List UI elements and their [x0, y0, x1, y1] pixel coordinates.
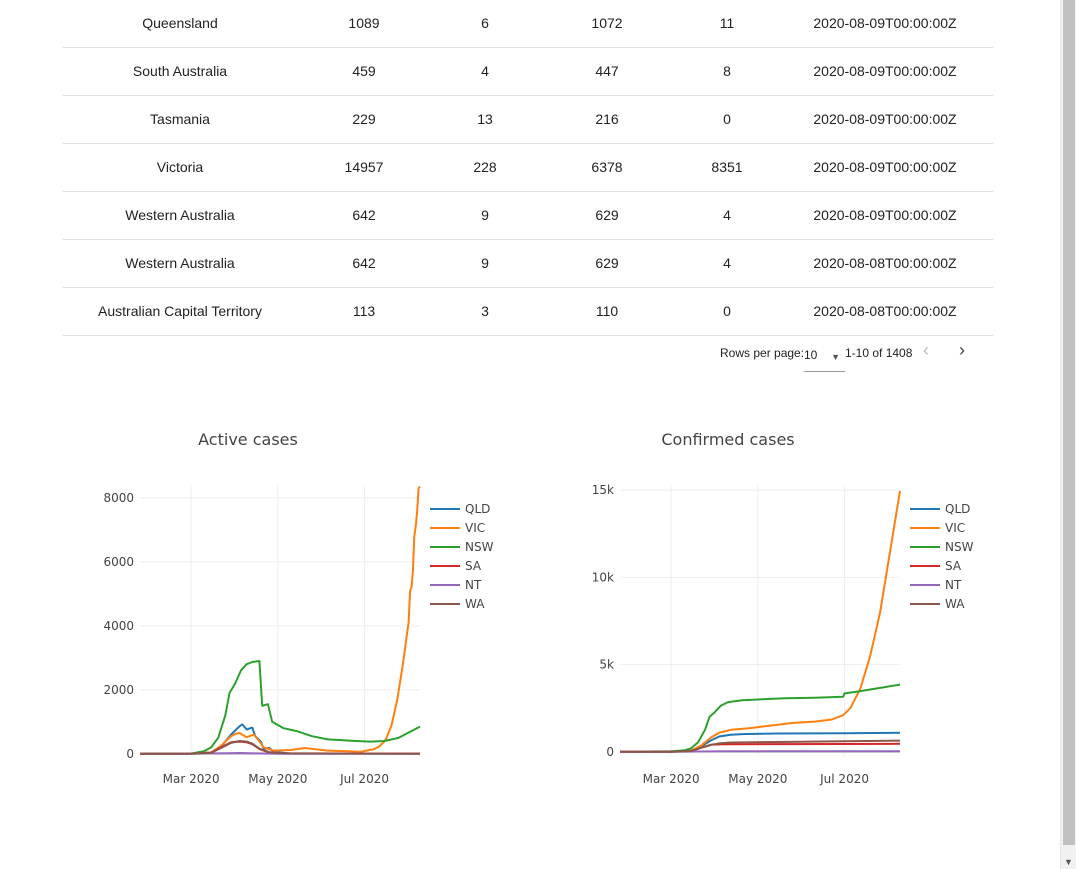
table-row: Victoria 14957 228 6378 8351 2020-08-09T00:00…: [63, 144, 993, 192]
table-cell: Western Australia: [125, 255, 235, 271]
table-cell: 2020-08-09T00:00:00Z: [813, 63, 957, 79]
legend-label[interactable]: QLD: [465, 502, 490, 516]
y-tick-label: 5k: [599, 658, 614, 672]
table-cell: 2020-08-09T00:00:00Z: [813, 159, 957, 175]
data-table: Queensland 1089 6 1072 11 2020-08-09T00:00:00…: [63, 0, 993, 372]
table-cell: 9: [481, 255, 489, 271]
table-cell: 13: [477, 111, 493, 127]
legend-label[interactable]: NT: [945, 578, 962, 592]
table-cell: 229: [352, 111, 376, 127]
y-tick-label: 15k: [592, 483, 614, 497]
table-cell: 4: [723, 255, 731, 271]
y-tick-label: 8000: [103, 491, 134, 505]
table-cell: 2020-08-09T00:00:00Z: [813, 15, 957, 31]
series-line-vic: [619, 490, 901, 753]
legend-label[interactable]: SA: [945, 559, 962, 573]
table-cell: Victoria: [156, 159, 204, 175]
table-row: South Australia 459 4 447 8 2020-08-09T00:00:…: [63, 48, 993, 96]
rows-per-page-label: Rows per page:: [720, 346, 805, 360]
table-cell: 9: [481, 207, 489, 223]
x-tick-label: Mar 2020: [643, 772, 700, 786]
y-tick-label: 0: [126, 747, 134, 761]
table-row: Australian Capital Territory 113 3 110 0 2020…: [63, 288, 993, 336]
table-cell: 6378: [591, 159, 623, 175]
table-cell: 11: [719, 15, 735, 31]
x-tick-label: Jul 2020: [819, 772, 869, 786]
x-tick-label: May 2020: [248, 772, 307, 786]
table-cell: 4: [723, 207, 731, 223]
y-tick-label: 0: [606, 745, 614, 759]
table-body: Queensland 1089 6 1072 11 2020-08-09T00:00:00…: [63, 0, 993, 336]
table-cell: 0: [723, 111, 731, 127]
rows-per-page-select[interactable]: 10 ▼: [804, 345, 845, 372]
vertical-scrollbar[interactable]: ▼: [1060, 0, 1076, 869]
active-cases-chart: Active cases 0 2000 4000 6000 8000 Mar 2020 May…: [48, 415, 528, 815]
pagination: Rows per page: 10 ▼ 1-10 of 1408 ‹ ›: [63, 337, 993, 377]
table-row: Western Australia 642 9 629 4 2020-08-09T00:0…: [63, 192, 993, 240]
table-cell: 6: [481, 15, 489, 31]
table-cell: 8351: [711, 159, 743, 175]
active-cases-chart-svg: Active cases 0 2000 4000 6000 8000 Mar 2020 May…: [103, 430, 494, 786]
table-cell: Queensland: [142, 15, 218, 31]
series-line-nsw: [139, 660, 421, 755]
table-row: Queensland 1089 6 1072 11 2020-08-09T00:00:00…: [63, 0, 993, 48]
table-cell: 629: [595, 255, 619, 271]
legend-label[interactable]: VIC: [465, 521, 485, 535]
legend-label[interactable]: NSW: [945, 540, 974, 554]
legend-label[interactable]: NSW: [465, 540, 494, 554]
chart-title: Active cases: [198, 430, 298, 449]
table-row: Western Australia 642 9 629 4 2020-08-08T00:0…: [63, 240, 993, 288]
table-cell: 8: [723, 63, 731, 79]
table-cell: 642: [352, 207, 376, 223]
chevron-right-icon[interactable]: ›: [959, 340, 965, 361]
table-cell: 459: [352, 63, 376, 79]
table-cell: South Australia: [132, 63, 228, 79]
table-cell: 14957: [344, 159, 384, 175]
y-tick-label: 4000: [103, 619, 134, 633]
table-cell: 2020-08-08T00:00:00Z: [813, 303, 957, 319]
confirmed-cases-chart: Confirmed cases 0 5k 10k 15k Mar 2020 May 2020…: [528, 415, 1008, 815]
table-cell: 2020-08-08T00:00:00Z: [813, 255, 957, 271]
legend-label[interactable]: QLD: [945, 502, 970, 516]
table-cell: 110: [595, 303, 619, 319]
table-cell: 642: [352, 255, 376, 271]
scrollbar-thumb[interactable]: [1063, 0, 1075, 845]
table-cell: Tasmania: [150, 111, 210, 127]
table-cell: 216: [595, 111, 619, 127]
pagination-range: 1-10 of 1408: [845, 346, 913, 360]
confirmed-cases-chart-svg: Confirmed cases 0 5k 10k 15k Mar 2020 May 2020…: [592, 430, 974, 786]
legend-label[interactable]: NT: [465, 578, 482, 592]
table-cell: 2020-08-09T00:00:00Z: [813, 111, 957, 127]
x-tick-label: Mar 2020: [163, 772, 220, 786]
y-tick-label: 10k: [592, 570, 614, 584]
table-cell: 447: [595, 63, 619, 79]
x-tick-label: May 2020: [728, 772, 787, 786]
table-cell: 0: [723, 303, 731, 319]
table-cell: Australian Capital Territory: [98, 303, 262, 319]
y-tick-label: 2000: [103, 683, 134, 697]
table-cell: Western Australia: [125, 207, 235, 223]
table-cell: 113: [352, 303, 376, 319]
x-tick-label: Jul 2020: [339, 772, 389, 786]
table-cell: 1072: [591, 15, 623, 31]
chevron-left-icon[interactable]: ‹: [923, 340, 929, 361]
table-cell: 1089: [348, 15, 380, 31]
chart-title: Confirmed cases: [661, 430, 794, 449]
caret-down-icon: ▼: [831, 352, 840, 362]
rows-per-page-value: 10: [804, 348, 818, 362]
legend-label[interactable]: WA: [945, 597, 965, 611]
y-tick-label: 6000: [103, 555, 134, 569]
legend-label[interactable]: WA: [465, 597, 485, 611]
table-cell: 4: [481, 63, 489, 79]
table-cell: 3: [481, 303, 489, 319]
legend-label[interactable]: SA: [465, 559, 482, 573]
scroll-down-arrow-icon[interactable]: ▼: [1064, 857, 1073, 867]
table-cell: 228: [473, 159, 497, 175]
series-line-wa: [619, 739, 901, 753]
table-row: Tasmania 229 13 216 0 2020-08-09T00:00:00Z: [63, 96, 993, 144]
table-cell: 2020-08-09T00:00:00Z: [813, 207, 957, 223]
table-cell: 629: [595, 207, 619, 223]
legend-label[interactable]: VIC: [945, 521, 965, 535]
series-line-vic: [139, 485, 421, 755]
